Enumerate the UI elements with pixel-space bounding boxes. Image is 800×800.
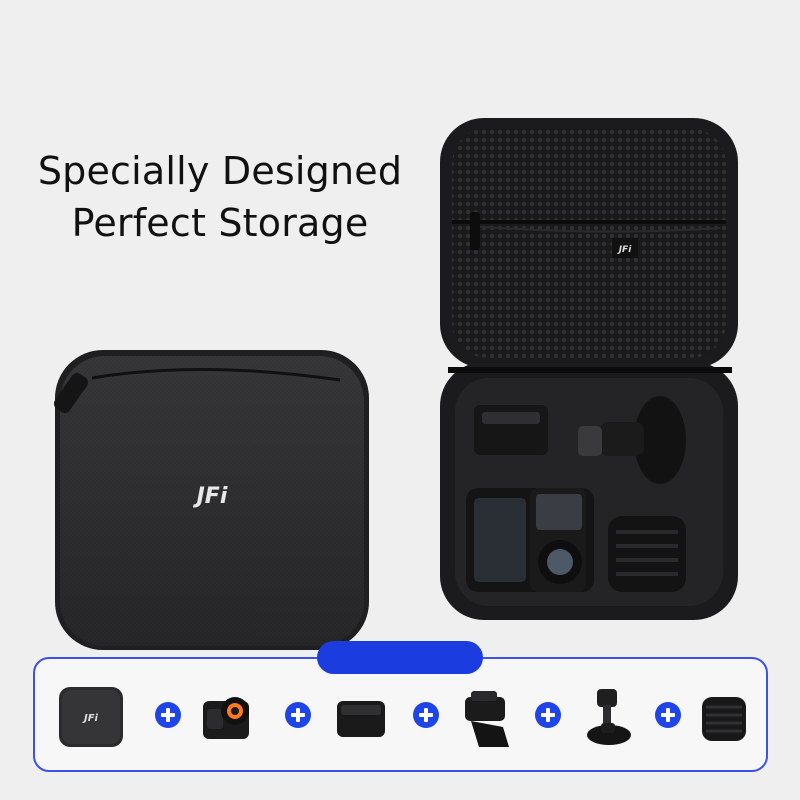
action-camera-icon xyxy=(183,671,273,761)
quick-release-mount-icon xyxy=(443,671,533,761)
open-case-base xyxy=(440,362,738,620)
battery-module-icon xyxy=(315,671,405,761)
lid-logo: JFi xyxy=(617,245,632,255)
closed-storage-case: JFi xyxy=(53,350,369,650)
open-case-lid: JFi xyxy=(440,118,738,368)
storage-case-icon: JFi xyxy=(45,671,135,761)
svg-text:JFi: JFi xyxy=(82,713,99,724)
plus-icon xyxy=(155,702,181,728)
plus-icon xyxy=(413,702,439,728)
case-logo: JFi xyxy=(193,484,228,509)
suction-cup-mount-icon xyxy=(563,671,653,761)
plus-icon xyxy=(285,702,311,728)
plus-icon xyxy=(535,702,561,728)
product-banner: Specially Designed Perfect Storage JFi J… xyxy=(0,0,800,800)
lens-cover-icon xyxy=(678,671,768,761)
included-items-row: JFi xyxy=(33,657,768,772)
